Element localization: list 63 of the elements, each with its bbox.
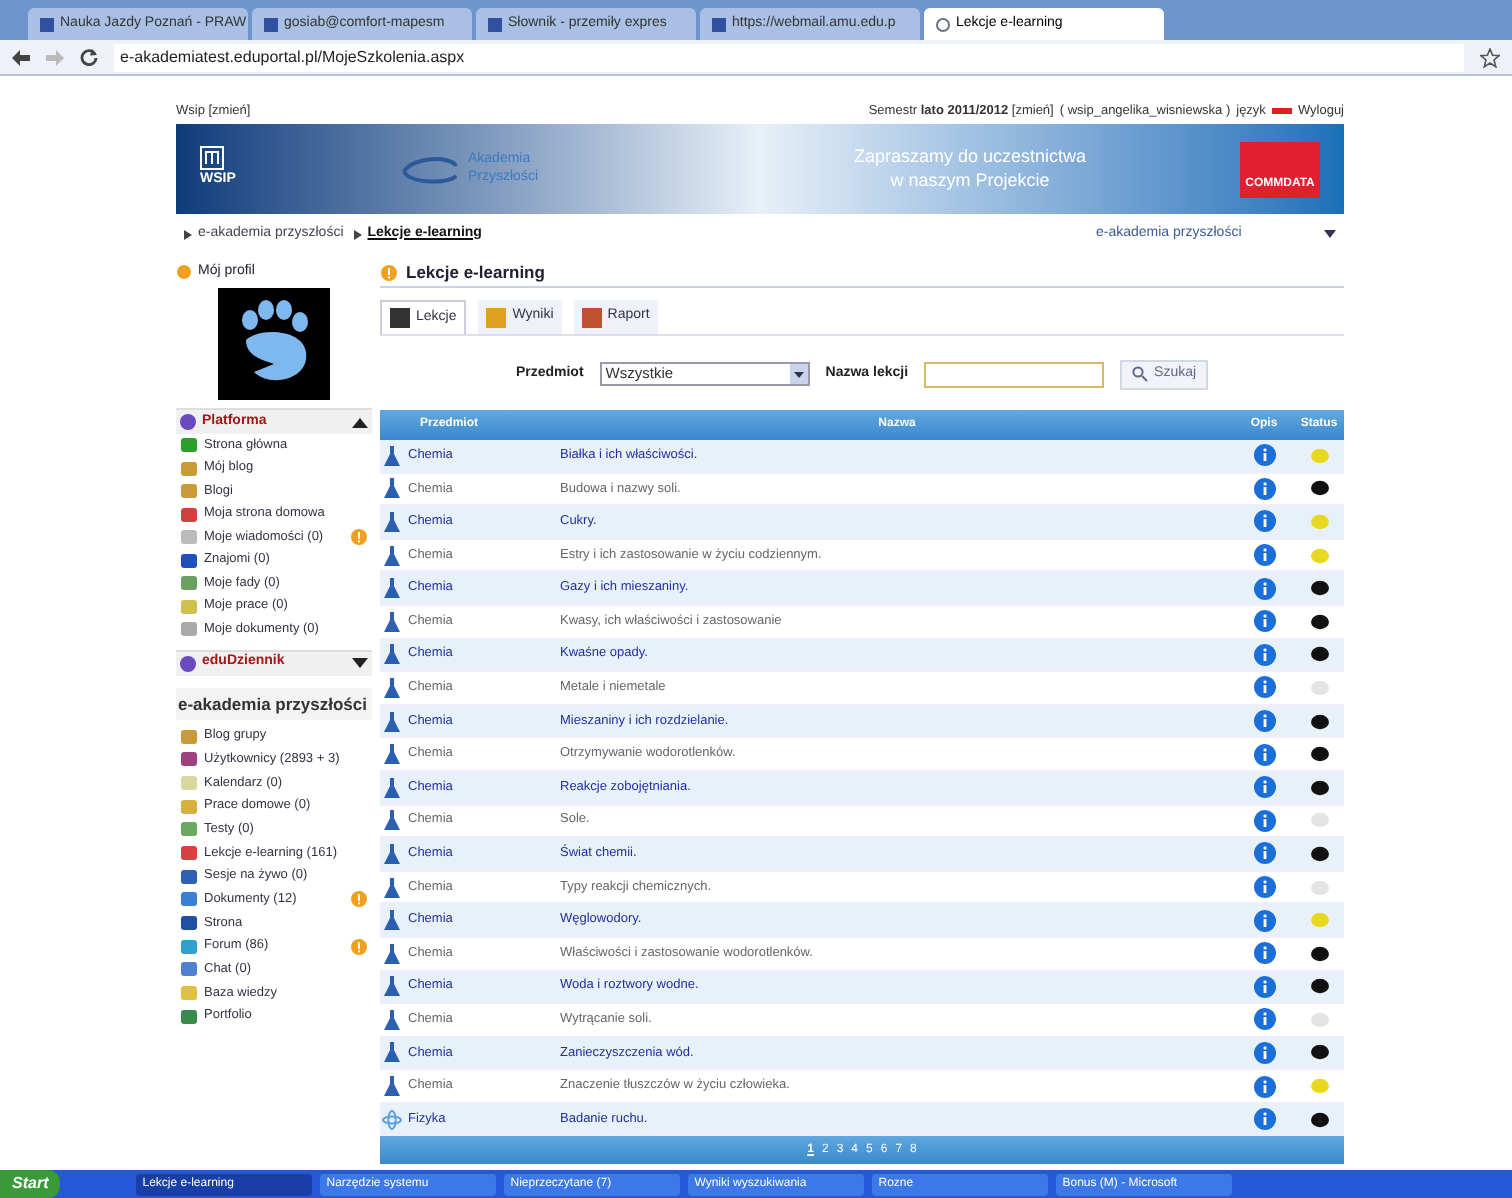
info-icon[interactable] [1253,1008,1275,1031]
info-icon[interactable] [1253,809,1275,832]
flask-icon [384,445,400,466]
flask-icon [384,644,400,665]
info-icon[interactable] [1253,876,1275,899]
info-icon[interactable] [1253,610,1275,633]
lesson-name-field[interactable] [924,361,1105,387]
info-icon[interactable] [1253,577,1275,600]
flask-icon [384,1009,400,1030]
flask-icon [384,545,400,566]
expand-icon[interactable] [352,658,368,668]
info-icon[interactable] [1253,909,1275,932]
caret-icon [1324,230,1336,238]
page-title: Lekcje e-learning [406,259,545,285]
flask-icon [384,511,400,532]
alert-icon [380,263,398,281]
flask-icon [384,943,400,964]
reload-icon[interactable] [80,48,98,66]
search-icon [1132,366,1149,382]
wsip-logo-icon [200,146,224,171]
back-icon[interactable] [12,49,30,65]
info-icon[interactable] [1253,477,1275,500]
breadcrumb-arrow-icon [353,229,362,239]
banner-slogan: w naszym Projekcie [890,169,1050,192]
info-icon[interactable] [1253,776,1275,799]
info-icon[interactable] [1253,444,1275,467]
start-button[interactable]: Start [0,1170,61,1198]
flask-icon [384,677,400,698]
info-icon[interactable] [1253,1108,1275,1131]
info-icon[interactable] [1253,676,1275,699]
flask-icon [384,1042,400,1063]
breadcrumb-arrow-icon [184,229,192,239]
info-icon[interactable] [1253,510,1275,533]
group-heading: e-akademia przyszłości [176,687,372,721]
flask-icon [384,578,400,599]
flask-icon [384,777,400,798]
info-icon[interactable] [1253,942,1275,965]
flask-icon [384,611,400,632]
info-icon[interactable] [1253,1041,1275,1064]
banner-slogan: Zapraszamy do uczestnictwa [853,146,1087,169]
flask-icon [384,478,400,499]
swoosh-logo-icon [400,155,460,183]
flask-icon [384,910,400,931]
language-flag-icon[interactable] [1271,108,1292,114]
info-icon[interactable] [1253,643,1275,666]
info-icon[interactable] [1253,975,1275,998]
flask-icon [384,843,400,864]
info-icon[interactable] [1253,743,1275,766]
collapse-icon[interactable] [352,417,368,427]
info-icon[interactable] [1253,1075,1275,1098]
atom-icon [382,1109,402,1130]
flask-icon [384,976,400,997]
flask-icon [384,877,400,898]
flask-icon [384,744,400,765]
profile-icon [176,264,192,280]
bookmark-star-icon[interactable] [1480,47,1500,67]
url-field[interactable]: e-akademiatest.eduportal.pl/MojeSzkolenia.aspx [114,43,1464,71]
info-icon[interactable] [1253,710,1275,733]
info-icon[interactable] [1253,842,1275,865]
flask-icon [384,1076,400,1097]
info-icon[interactable] [1253,544,1275,567]
flask-icon [384,810,400,831]
flask-icon [384,711,400,732]
